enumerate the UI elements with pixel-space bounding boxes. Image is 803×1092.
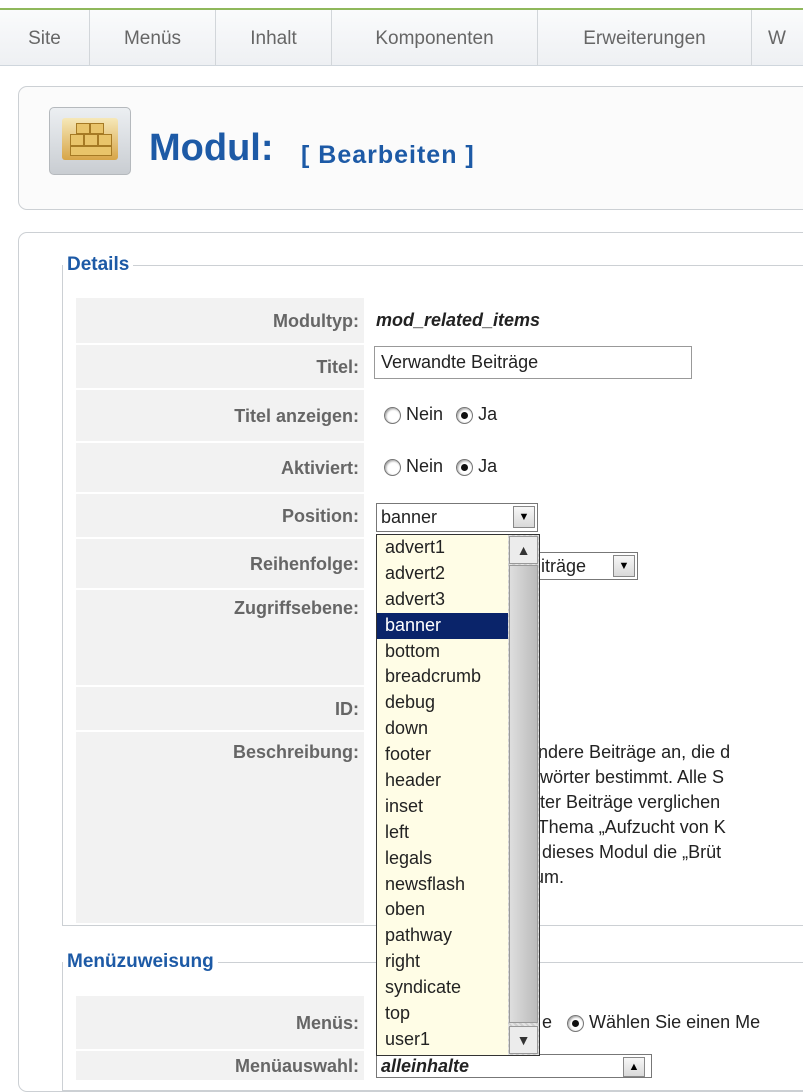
enabled-label: Aktiviert: [76, 443, 364, 493]
dropdown-option[interactable]: oben [377, 897, 508, 923]
show-title-label: Titel anzeigen: [76, 390, 364, 442]
menu-selection-value: alleinhalte [381, 1056, 470, 1076]
enabled-yes-label: Ja [478, 456, 498, 476]
order-label: Reihenfolge: [76, 539, 364, 589]
id-label: ID: [76, 687, 364, 731]
dropdown-option[interactable]: inset [377, 794, 508, 820]
dropdown-option[interactable]: advert2 [377, 561, 508, 587]
dropdown-option[interactable]: user1 [377, 1027, 508, 1053]
dropdown-option[interactable]: bottom [377, 639, 508, 665]
enabled-yes-radio[interactable] [456, 458, 474, 476]
position-options: advert1 advert2 advert3 banner bottom breadcr… [377, 535, 508, 1055]
menu-menus[interactable]: Menüs [90, 10, 216, 66]
menus-select-radio[interactable] [567, 1014, 585, 1032]
dropdown-option[interactable]: footer [377, 742, 508, 768]
dropdown-option[interactable]: breadcrumb [377, 664, 508, 690]
title-label: Titel: [76, 345, 364, 389]
show-title-no-label: Nein [406, 404, 444, 424]
show-title-no-radio[interactable] [384, 406, 401, 424]
menus-select-label: Wählen Sie einen Me [589, 1012, 761, 1032]
dropdown-option[interactable]: pathway [377, 923, 508, 949]
dropdown-scrollbar[interactable]: ▲ ▼ [508, 535, 539, 1055]
dropdown-option[interactable]: advert3 [377, 587, 508, 613]
scroll-down-arrow[interactable]: ▼ [509, 1026, 538, 1054]
header-panel: Modul: [ Bearbeiten ] [18, 86, 803, 210]
description-label: Beschreibung: [76, 732, 364, 924]
menu-selection-list[interactable]: alleinhalte ▲ [376, 1054, 652, 1078]
position-dropdown-list[interactable]: advert1 advert2 advert3 banner bottom breadcr… [376, 534, 540, 1056]
dropdown-option[interactable]: down [377, 716, 508, 742]
access-label: Zugriffsebene: [76, 590, 364, 686]
page-subtitle: [ Bearbeiten ] [301, 141, 475, 169]
enabled-no-label: Nein [406, 456, 444, 476]
scroll-up-arrow[interactable]: ▲ [509, 536, 538, 564]
dropdown-option[interactable]: legals [377, 846, 508, 872]
moduletype-value: mod_related_items [376, 310, 541, 330]
position-select[interactable]: banner ▼ [376, 503, 538, 532]
dropdown-option[interactable]: banner [377, 612, 508, 639]
menus-label: Menüs: [76, 996, 364, 1050]
description-text: gt andere Beiträge an, die d sselwörter … [508, 742, 731, 887]
enabled-no-radio[interactable] [384, 458, 401, 476]
position-dropdown-button[interactable]: ▼ [513, 506, 535, 528]
details-legend: Details [67, 254, 130, 275]
menu-components[interactable]: Komponenten [332, 10, 538, 66]
order-select[interactable]: iträge ▼ [538, 552, 638, 580]
menu-more[interactable]: W [752, 10, 803, 66]
scroll-thumb[interactable] [509, 565, 538, 1023]
dropdown-option[interactable]: newsflash [377, 872, 508, 898]
dropdown-option[interactable]: left [377, 820, 508, 846]
moduletype-label: Modultyp: [76, 298, 364, 344]
position-label: Position: [76, 494, 364, 538]
menu-extensions[interactable]: Erweiterungen [538, 10, 752, 66]
dropdown-option[interactable]: header [377, 768, 508, 794]
menu-selection-scroll-up[interactable]: ▲ [623, 1057, 645, 1077]
dropdown-option[interactable]: debug [377, 690, 508, 716]
dropdown-option[interactable]: syndicate [377, 975, 508, 1001]
show-title-yes-label: Ja [478, 404, 498, 424]
dropdown-option[interactable]: advert1 [377, 535, 508, 561]
menu-content[interactable]: Inhalt [216, 10, 332, 66]
position-value: banner [381, 507, 438, 527]
menus-option-fragment: e [542, 1012, 553, 1032]
show-title-yes-radio[interactable] [456, 406, 474, 424]
dropdown-option[interactable]: top [377, 1001, 508, 1027]
module-icon [49, 107, 131, 175]
order-dropdown-button[interactable]: ▼ [613, 555, 635, 577]
page-title: Modul: [149, 127, 274, 169]
menu-assignment-legend: Menüzuweisung [67, 951, 214, 972]
menus-options: e Wählen Sie einen Me [542, 1012, 760, 1033]
order-value: iträge [541, 556, 587, 576]
title-input[interactable]: Verwandte Beiträge [374, 346, 692, 379]
main-menubar: Site Menüs Inhalt Komponenten Erweiterun… [0, 8, 803, 66]
dropdown-option[interactable]: right [377, 949, 508, 975]
menu-site[interactable]: Site [0, 10, 90, 66]
